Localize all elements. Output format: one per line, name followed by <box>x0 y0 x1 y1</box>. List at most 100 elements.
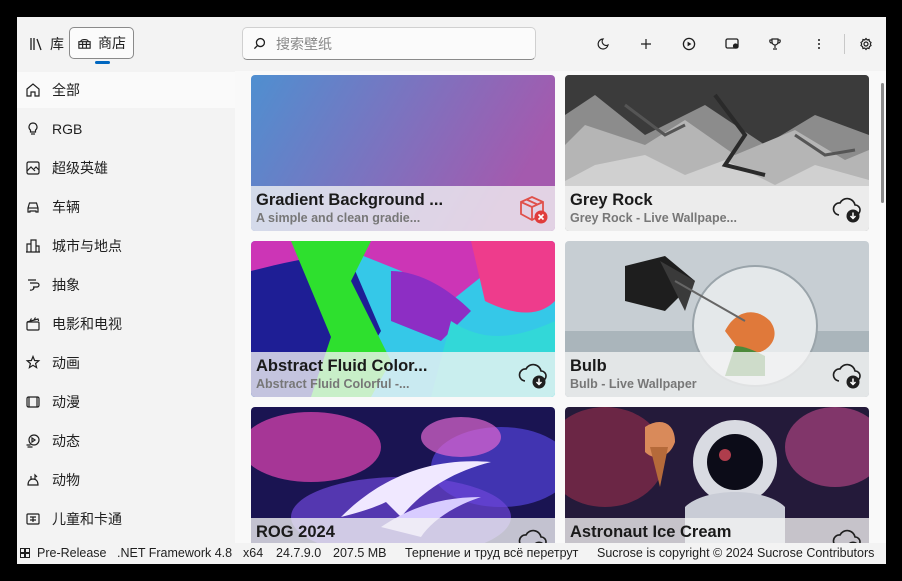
card-title: Gradient Background ... <box>256 191 444 209</box>
sidebar-item-animation[interactable]: 动画 <box>17 345 235 381</box>
card-caption: Abstract Fluid Color... Abstract Fluid C… <box>251 352 555 397</box>
card-subtitle: Abstract Fluid Colorful -... <box>256 377 410 391</box>
search-icon <box>253 37 266 50</box>
wallpaper-card[interactable]: Astronaut Ice Cream <box>565 407 869 543</box>
library-icon <box>30 38 42 51</box>
card-subtitle: Grey Rock - Live Wallpape... <box>570 211 737 225</box>
card-title: Astronaut Ice Cream <box>570 523 732 541</box>
category-sidebar: 全部 RGB 超级英雄 车辆 城市与地点 抽象 电影和电视 动画 动漫 动态 动… <box>17 71 235 543</box>
sidebar-item-label: 电影和电视 <box>52 316 122 332</box>
sidebar-item-label: 动画 <box>52 355 80 371</box>
vertical-scrollbar[interactable] <box>881 83 884 203</box>
sidebar-item-vehicles[interactable]: 车辆 <box>17 189 235 225</box>
active-nav-indicator <box>95 61 110 64</box>
app-window: 库 商店 搜索壁纸 全部 RGB 超级英雄 车辆 城市与地点 抽象 电影和电视 … <box>17 17 886 564</box>
settings-icon <box>860 37 872 51</box>
kids-icon <box>26 513 40 525</box>
wallpaper-card[interactable]: Grey Rock Grey Rock - Live Wallpape... <box>565 75 869 231</box>
library-nav-button[interactable]: 库 <box>25 29 68 59</box>
sidebar-item-label: 城市与地点 <box>52 238 122 254</box>
sidebar-item-movies-tv[interactable]: 电影和电视 <box>17 306 235 342</box>
theme-toggle-icon <box>597 38 609 50</box>
search-box[interactable] <box>242 27 536 60</box>
store-nav-label: 商店 <box>98 35 126 51</box>
card-title: ROG 2024 <box>256 523 335 541</box>
status-quote: Терпение и труд всё перетрут <box>405 546 579 560</box>
card-caption: Bulb Bulb - Live Wallpaper <box>565 352 869 397</box>
incompatible-package-icon[interactable] <box>517 193 549 225</box>
sidebar-item-label: 超级英雄 <box>52 160 108 176</box>
card-title: Bulb <box>570 357 607 375</box>
card-caption: Astronaut Ice Cream <box>565 518 869 543</box>
film-frame-icon <box>26 396 40 408</box>
sidebar-item-label: 动态 <box>52 433 80 449</box>
card-subtitle: Bulb - Live Wallpaper <box>570 377 697 391</box>
wallpaper-card[interactable]: Abstract Fluid Color... Abstract Fluid C… <box>251 241 555 397</box>
abstract-icon <box>28 279 40 291</box>
sidebar-item-superheroes[interactable]: 超级英雄 <box>17 150 235 186</box>
animal-icon <box>27 473 39 486</box>
settings-button[interactable] <box>853 31 879 57</box>
car-icon <box>27 202 39 213</box>
sidebar-item-label: 动物 <box>52 472 80 488</box>
wallpaper-card[interactable]: Gradient Background ... A simple and cle… <box>251 75 555 231</box>
sidebar-item-animals[interactable]: 动物 <box>17 462 235 498</box>
add-button[interactable] <box>633 31 659 57</box>
memory-usage: 207.5 MB <box>333 546 387 560</box>
sidebar-item-kids-cartoons[interactable]: 儿童和卡通 <box>17 501 235 537</box>
more-button[interactable] <box>806 31 832 57</box>
card-subtitle: A simple and clean gradie... <box>256 211 421 225</box>
sidebar-item-dynamic[interactable]: 动态 <box>17 423 235 459</box>
cloud-download-icon[interactable] <box>831 359 863 391</box>
clapperboard-icon <box>26 317 40 331</box>
sidebar-item-rgb[interactable]: RGB <box>17 111 235 147</box>
cloud-download-icon[interactable] <box>831 193 863 225</box>
motion-icon <box>26 434 40 448</box>
cloud-download-icon[interactable] <box>517 359 549 391</box>
display-icon <box>724 38 739 49</box>
wallpaper-card[interactable]: Bulb Bulb - Live Wallpaper <box>565 241 869 397</box>
sidebar-item-abstract[interactable]: 抽象 <box>17 267 235 303</box>
copyright-text: Sucrose is copyright © 2024 Sucrose Cont… <box>597 546 875 560</box>
library-nav-label: 库 <box>50 36 64 52</box>
app-version: 24.7.9.0 <box>276 546 322 560</box>
store-icon <box>78 38 91 49</box>
play-icon <box>682 37 696 51</box>
sidebar-item-label: 抽象 <box>52 277 80 293</box>
sidebar-item-cities[interactable]: 城市与地点 <box>17 228 235 264</box>
cloud-download-icon[interactable] <box>831 525 863 543</box>
sidebar-item-label: 车辆 <box>52 199 80 215</box>
theme-toggle-button[interactable] <box>590 31 616 57</box>
more-icon <box>818 39 820 49</box>
wallpaper-grid: Gradient Background ... A simple and cle… <box>235 71 886 543</box>
sidebar-item-anime[interactable]: 动漫 <box>17 384 235 420</box>
sidebar-item-label: 动漫 <box>52 394 80 410</box>
star-burst-icon <box>25 355 41 369</box>
card-caption: Grey Rock Grey Rock - Live Wallpape... <box>565 186 869 231</box>
sidebar-item-label: 全部 <box>52 82 80 98</box>
release-channel: Pre-Release <box>37 546 107 560</box>
trophy-button[interactable] <box>762 31 788 57</box>
sidebar-item-all[interactable]: 全部 <box>17 72 235 108</box>
play-button[interactable] <box>676 31 702 57</box>
framework-version: .NET Framework 4.8 <box>117 546 233 560</box>
card-title: Abstract Fluid Color... <box>256 357 428 375</box>
picture-icon <box>26 161 40 175</box>
lightbulb-icon <box>28 122 38 135</box>
search-input[interactable] <box>276 35 516 52</box>
cloud-download-icon[interactable] <box>517 525 549 543</box>
wallpaper-card[interactable]: ROG 2024 <box>251 407 555 543</box>
status-bar: Pre-Release .NET Framework 4.8 x64 24.7.… <box>17 543 886 564</box>
add-icon <box>641 39 651 49</box>
windows-icon <box>20 548 30 558</box>
home-icon <box>26 83 40 97</box>
card-caption: Gradient Background ... A simple and cle… <box>251 186 555 231</box>
store-nav-button[interactable]: 商店 <box>69 27 134 59</box>
card-title: Grey Rock <box>570 191 653 209</box>
display-button[interactable] <box>719 31 745 57</box>
city-icon <box>26 239 40 253</box>
toolbar-separator <box>844 34 845 54</box>
sidebar-item-label: 儿童和卡通 <box>52 511 122 527</box>
trophy-icon <box>769 38 781 50</box>
sidebar-item-label: RGB <box>52 121 83 137</box>
